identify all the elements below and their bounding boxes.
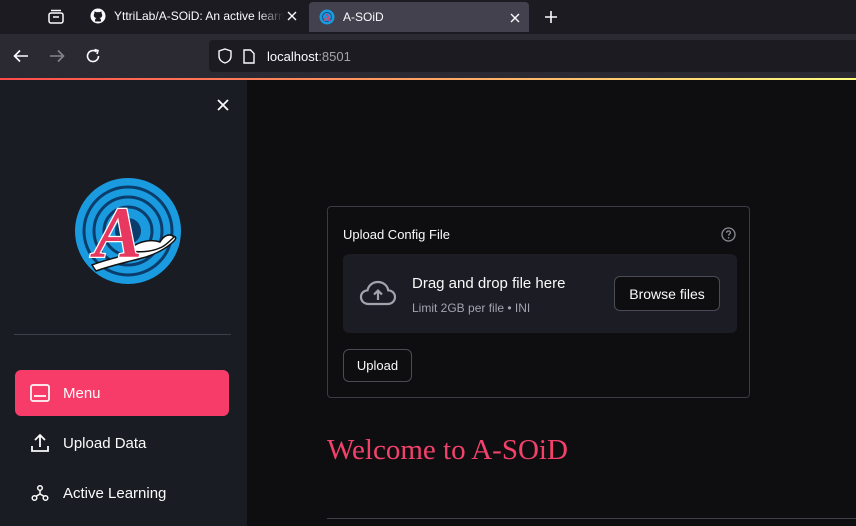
asoid-favicon: A (319, 9, 335, 25)
arrow-left-icon (13, 49, 28, 63)
tab-overview-button[interactable] (36, 3, 76, 31)
close-icon (217, 99, 229, 111)
file-uploader-label: Upload Config File (343, 227, 450, 242)
logo-letter: A (90, 193, 142, 273)
reload-icon (86, 48, 100, 63)
upload-config-form: Upload Config File Drag and drop file he… (327, 206, 750, 398)
plus-icon (545, 11, 557, 23)
sidebar-item-menu[interactable]: Menu (15, 370, 229, 416)
shield-icon[interactable] (217, 48, 233, 64)
new-tab-button[interactable] (540, 6, 562, 28)
tab-close-icon[interactable] (284, 8, 300, 24)
upload-icon (29, 432, 51, 454)
dropzone-limit: Limit 2GB per file • INI (412, 301, 531, 315)
page-icon[interactable] (241, 48, 257, 64)
sidebar: A Menu Upload Data Active Learning (0, 80, 247, 526)
sidebar-close-button[interactable] (213, 95, 233, 115)
back-button[interactable] (11, 46, 31, 66)
welcome-heading: Welcome to A-SOiD (327, 434, 568, 466)
sidebar-item-label: Menu (63, 384, 101, 402)
forward-button[interactable] (47, 46, 67, 66)
arrow-right-icon (50, 49, 65, 63)
nodes-icon (29, 482, 51, 504)
sidebar-item-label: Active Learning (63, 484, 167, 502)
cloud-upload-icon (359, 278, 397, 308)
dropzone-title: Drag and drop file here (412, 275, 566, 292)
window-icon (29, 382, 51, 404)
reload-button[interactable] (83, 46, 103, 66)
tab-title: A-SOiD (343, 10, 384, 24)
sidebar-item-active-learning[interactable]: Active Learning (15, 470, 229, 516)
sidebar-item-upload-data[interactable]: Upload Data (15, 420, 229, 466)
url-host: localhost (267, 48, 319, 64)
sidebar-item-label: Upload Data (63, 434, 147, 452)
main-content: Upload Config File Drag and drop file he… (247, 80, 856, 526)
file-dropzone[interactable]: Drag and drop file here Limit 2GB per fi… (343, 254, 737, 333)
help-icon[interactable] (720, 226, 736, 242)
sidebar-divider (14, 334, 231, 335)
url-port: :8501 (318, 48, 351, 64)
tab-asoid[interactable]: A A-SOiD (309, 2, 529, 32)
tab-github[interactable]: YttriLab/A-SOiD: An active learning (80, 0, 306, 32)
tab-overview-icon (48, 9, 64, 24)
tab-title: YttriLab/A-SOiD: An active learning (114, 9, 284, 23)
tab-close-icon[interactable] (507, 10, 523, 26)
address-bar[interactable]: localhost:8501 (209, 40, 856, 72)
browser-tab-strip: YttriLab/A-SOiD: An active learning A A-… (0, 0, 856, 34)
github-icon (90, 8, 106, 24)
content-divider (327, 518, 856, 519)
url-text: localhost:8501 (267, 49, 351, 64)
asoid-logo: A (75, 178, 181, 284)
browser-toolbar: localhost:8501 (0, 34, 856, 78)
svg-text:A: A (323, 12, 331, 24)
upload-button[interactable]: Upload (343, 349, 412, 382)
browse-files-button[interactable]: Browse files (614, 276, 720, 311)
